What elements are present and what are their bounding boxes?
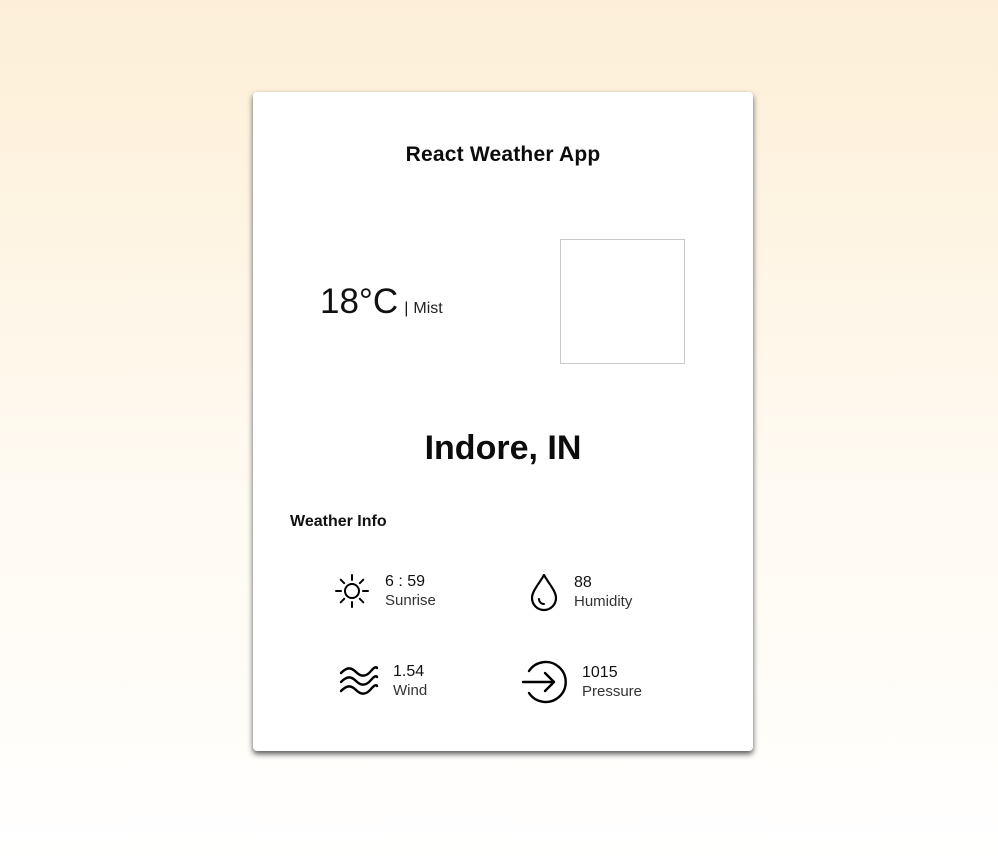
pressure-label: Pressure [582,683,643,700]
humidity-label: Humidity [574,593,633,610]
city-name: Indore, IN [424,429,582,467]
humidity-value: 88 [574,574,592,591]
wind-value: 1.54 [393,663,425,680]
water-drop-icon [528,572,560,612]
app-title: React Weather App [405,143,601,166]
weather-icon-placeholder [560,239,685,364]
arrow-circle-icon [520,658,568,706]
info-item-humidity: 88 Humidity [528,572,632,612]
info-item-wind: 1.54 Wind [339,662,427,700]
weather-condition: Mist [413,300,443,317]
weather-card: React Weather App 18°C | Mist Indore, IN… [253,92,753,751]
info-item-sunrise: 6 : 59 Sunrise [333,572,436,610]
sunrise-label: Sunrise [385,592,436,609]
wind-waves-icon [339,663,379,699]
sun-icon [333,572,371,610]
current-weather: 18°C | Mist [320,282,443,322]
weather-info-heading: Weather Info [290,513,387,530]
separator: | [404,300,409,317]
sunrise-value: 6 : 59 [385,573,426,590]
temperature: 18°C [320,282,399,321]
pressure-value: 1015 [582,664,618,681]
info-item-pressure: 1015 Pressure [520,658,642,706]
wind-label: Wind [393,682,428,699]
